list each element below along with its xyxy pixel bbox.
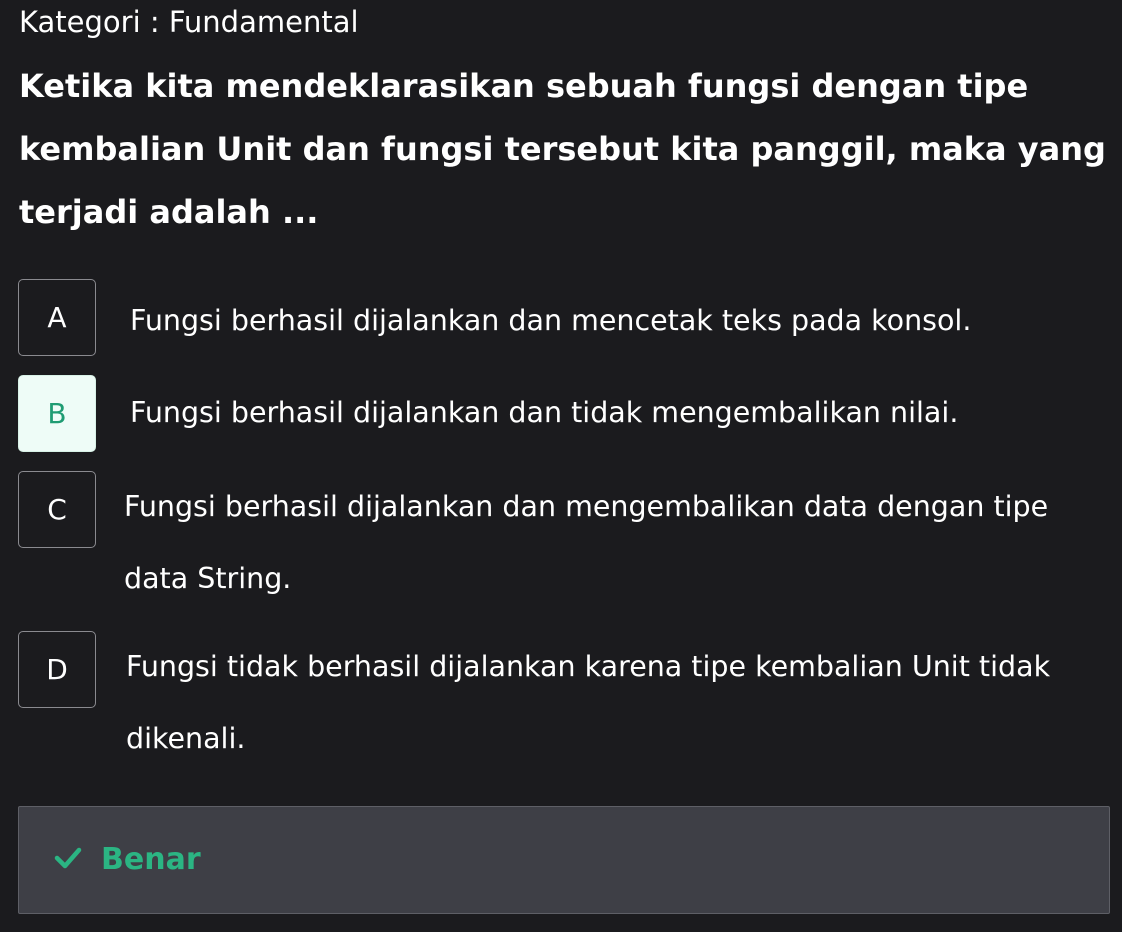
option-b-letter-button[interactable]: B — [18, 375, 96, 452]
question-line: Ketika kita mendeklarasikan sebuah fungs… — [19, 67, 1029, 105]
option-d-letter-button[interactable]: D — [18, 631, 96, 708]
result-label: Benar — [101, 842, 201, 877]
question-line: terjadi adalah ... — [19, 193, 319, 231]
option-c-text[interactable]: Fungsi berhasil dijalankan dan mengembal… — [124, 471, 1104, 615]
option-a-text[interactable]: Fungsi berhasil dijalankan dan mencetak … — [130, 285, 1110, 357]
option-c-line: data String. — [124, 562, 292, 595]
option-c-line: Fungsi berhasil dijalankan dan mengembal… — [124, 490, 1049, 523]
check-icon — [54, 847, 82, 869]
category-label: Kategori : Fundamental — [19, 5, 359, 39]
option-a-line: Fungsi berhasil dijalankan dan mencetak … — [130, 304, 972, 337]
option-d-line: dikenali. — [126, 722, 246, 755]
option-c-letter-button[interactable]: C — [18, 471, 96, 548]
question-line: kembalian Unit dan fungsi tersebut kita … — [19, 130, 1106, 168]
option-a-letter-button[interactable]: A — [18, 279, 96, 356]
option-d-line: Fungsi tidak berhasil dijalankan karena … — [126, 650, 1051, 683]
option-d-text[interactable]: Fungsi tidak berhasil dijalankan karena … — [126, 631, 1106, 775]
option-b-text[interactable]: Fungsi berhasil dijalankan dan tidak men… — [130, 377, 1110, 449]
question-text: Ketika kita mendeklarasikan sebuah fungs… — [19, 55, 1109, 244]
option-b-line: Fungsi berhasil dijalankan dan tidak men… — [130, 396, 959, 429]
